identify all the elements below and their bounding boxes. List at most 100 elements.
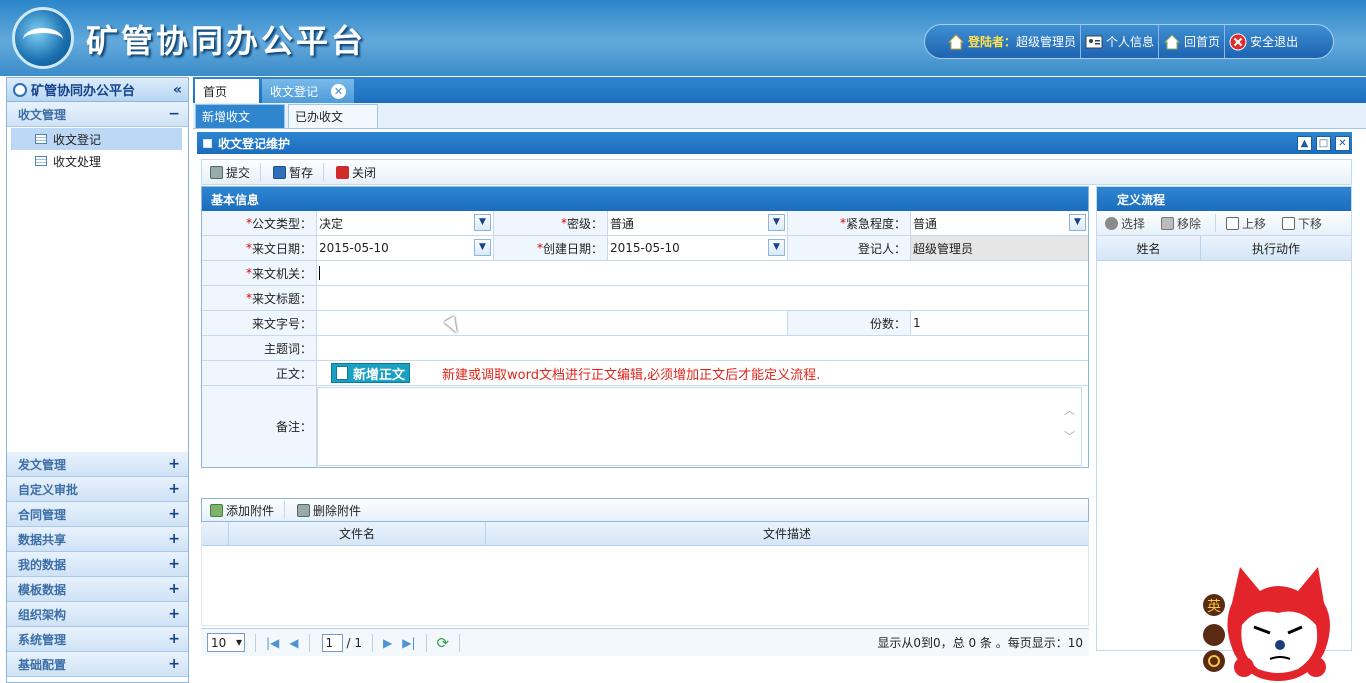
- keywords-input[interactable]: [317, 336, 1088, 360]
- body-notice: 新建或调取word文档进行正文编辑,必须增加正文后才能定义流程.: [442, 367, 821, 383]
- registrar-field: 超级管理员: [911, 236, 1088, 260]
- recv-date-picker[interactable]: 2015-05-10 ▼: [317, 236, 494, 260]
- doc-type-label: * 公文类型：: [202, 211, 317, 235]
- form-row: * 来文日期： 2015-05-10 ▼ * 创建日期： 2015-05-10 ▼ 登记…: [202, 236, 1088, 261]
- chevron-down-icon[interactable]: ▼: [1069, 214, 1086, 231]
- submit-label: 提交: [226, 165, 251, 180]
- delete-attachment-button[interactable]: 删除附件: [295, 501, 371, 519]
- registrar-label: 登记人：: [788, 236, 911, 260]
- sidebar-groups: 发文管理 + 自定义审批 + 合同管理 + 数据共享 + 我的数据 + 模板数据 + 组织架…: [7, 452, 188, 677]
- close-panel-icon[interactable]: ✕: [1335, 135, 1350, 151]
- app-header: 矿管协同办公平台 登陆者： 超级管理员 个人信息 回首页 安全退出: [0, 0, 1366, 76]
- sidebar-group-contract[interactable]: 合同管理 +: [7, 502, 188, 527]
- last-page-icon[interactable]: ▶|: [402, 636, 415, 650]
- chevron-down-icon[interactable]: ▼: [474, 239, 491, 256]
- mascot-widget[interactable]: 英: [1198, 563, 1366, 683]
- tab-new-receive[interactable]: 新增收文: [195, 104, 285, 128]
- maximize-panel-icon[interactable]: □: [1316, 135, 1331, 151]
- copies-input[interactable]: 1: [911, 311, 1088, 335]
- tab-done-receive[interactable]: 已办收文: [288, 104, 378, 128]
- sidebar-group-label: 模板数据: [18, 582, 67, 597]
- collapse-icon: −: [168, 106, 180, 122]
- column-header: 文件名: [229, 522, 486, 545]
- sidebar-group-org[interactable]: 组织架构 +: [7, 602, 188, 627]
- page-size-select[interactable]: 10: [207, 633, 245, 652]
- sidebar-group-mydata[interactable]: 我的数据 +: [7, 552, 188, 577]
- title-input[interactable]: [317, 286, 1088, 310]
- urgency-select[interactable]: 普通 ▼: [911, 211, 1088, 235]
- collapse-sidebar-icon[interactable]: «: [173, 82, 182, 98]
- tab-label: 已办收文: [295, 110, 344, 124]
- first-page-icon[interactable]: |◀: [266, 636, 279, 650]
- panel-icon: [203, 138, 212, 148]
- tab-receive-register[interactable]: 收文登记 ✕: [262, 79, 354, 103]
- sidebar-group-send[interactable]: 发文管理 +: [7, 452, 188, 477]
- chevron-down-icon[interactable]: ▼: [768, 239, 785, 256]
- chevron-down-icon[interactable]: ▼: [768, 214, 785, 231]
- page-number-input[interactable]: 1: [321, 633, 343, 652]
- remark-label: 备注：: [202, 386, 317, 467]
- secret-level-select[interactable]: 普通 ▼: [608, 211, 788, 235]
- column-header: 文件描述: [762, 527, 811, 541]
- title-label: * 来文标题：: [202, 286, 317, 310]
- home-user-icon: [947, 33, 965, 51]
- textarea-scrollbar[interactable]: ︿ ﹀: [1064, 398, 1075, 450]
- doc-type-select[interactable]: 决定 ▼: [317, 211, 494, 235]
- tab-label: 首页: [203, 84, 228, 99]
- doc-number-input[interactable]: [317, 311, 788, 335]
- sidebar-group-label: 合同管理: [18, 507, 67, 522]
- close-button[interactable]: 关闭: [334, 163, 386, 181]
- remark-textarea[interactable]: ︿ ﹀: [317, 387, 1082, 466]
- section-title: 基本信息: [202, 187, 1088, 211]
- remove-button[interactable]: 移除: [1159, 214, 1217, 232]
- copies-label: 份数：: [788, 311, 911, 335]
- body-cell: 新增正文 新建或调取word文档进行正文编辑,必须增加正文后才能定义流程.: [317, 361, 1088, 385]
- sidebar-group-template[interactable]: 模板数据 +: [7, 577, 188, 602]
- sidebar-group-label: 收文管理: [18, 107, 67, 122]
- collapse-panel-icon[interactable]: ▲: [1297, 135, 1312, 151]
- attach-delete-icon: [297, 503, 311, 517]
- column-header: 姓名: [1097, 236, 1201, 260]
- create-date-picker[interactable]: 2015-05-10 ▼: [608, 236, 788, 260]
- prev-page-icon[interactable]: ◀: [289, 636, 298, 650]
- refresh-icon[interactable]: ⟳: [437, 634, 450, 652]
- sidebar-group-system[interactable]: 系统管理 +: [7, 627, 188, 652]
- org-input[interactable]: [317, 261, 1088, 285]
- tab-home[interactable]: 首页: [195, 79, 259, 103]
- sidebar-group-receive[interactable]: 收文管理 −: [7, 102, 188, 127]
- login-user: 超级管理员: [1016, 35, 1077, 49]
- new-body-button[interactable]: 新增正文: [331, 363, 411, 383]
- next-page-icon[interactable]: ▶: [383, 636, 392, 650]
- divider: [308, 633, 310, 652]
- sidebar-item-receive-process[interactable]: 收文处理: [7, 150, 188, 172]
- save-draft-button[interactable]: 暂存: [271, 163, 325, 181]
- column-header: 执行动作: [1251, 241, 1300, 256]
- document-icon: [336, 366, 348, 380]
- logout-button[interactable]: 安全退出: [1225, 25, 1302, 58]
- submit-button[interactable]: 提交: [208, 163, 262, 181]
- sidebar-group-approval[interactable]: 自定义审批 +: [7, 477, 188, 502]
- grid-icon: [35, 134, 47, 144]
- login-label: 登陆者：: [968, 35, 1017, 49]
- app-logo: [12, 7, 74, 69]
- user-toolbar: 登陆者： 超级管理员 个人信息 回首页 安全退出: [924, 24, 1334, 59]
- move-down-button[interactable]: 下移: [1280, 214, 1336, 232]
- tab-label: 新增收文: [202, 110, 251, 124]
- chevron-down-icon[interactable]: ▼: [474, 214, 491, 231]
- move-up-button[interactable]: 上移: [1224, 214, 1280, 232]
- sidebar-group-label: 系统管理: [18, 632, 67, 647]
- sidebar-group-label: 发文管理: [18, 457, 67, 472]
- sidebar-group-share[interactable]: 数据共享 +: [7, 527, 188, 552]
- select-button[interactable]: 选择: [1103, 214, 1159, 232]
- secret-level-label: * 密级：: [494, 211, 608, 235]
- home-button[interactable]: 回首页: [1159, 25, 1226, 58]
- sidebar-group-config[interactable]: 基础配置 +: [7, 652, 188, 677]
- profile-button[interactable]: 个人信息: [1081, 25, 1160, 58]
- add-attachment-button[interactable]: 添加附件: [208, 501, 286, 519]
- expand-icon: +: [168, 606, 180, 622]
- close-tab-icon[interactable]: ✕: [331, 83, 346, 99]
- sidebar-item-receive-register[interactable]: 收文登记: [11, 128, 182, 150]
- sidebar-group-label: 组织架构: [18, 607, 67, 622]
- save-label: 暂存: [289, 165, 314, 180]
- divider: [372, 633, 374, 652]
